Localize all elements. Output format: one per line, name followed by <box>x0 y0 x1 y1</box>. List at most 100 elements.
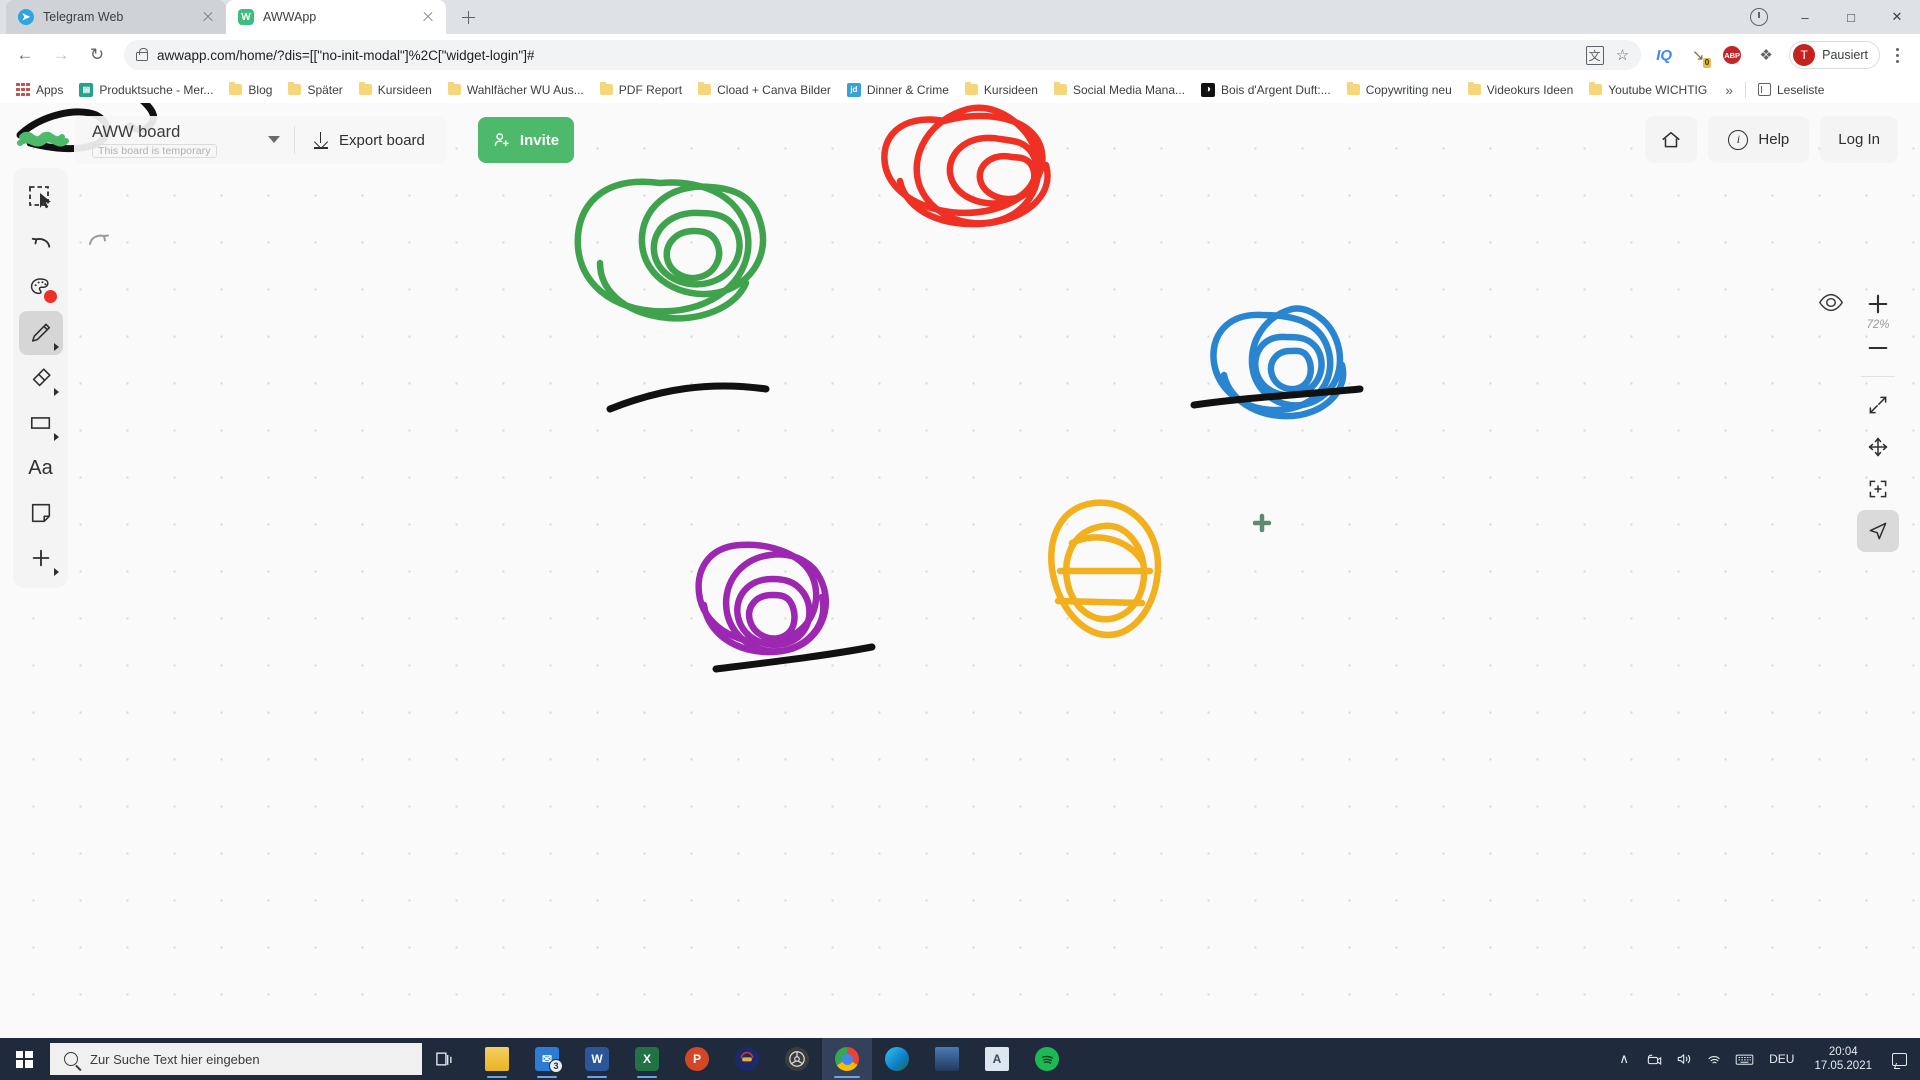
notifications-button[interactable] <box>1882 1038 1916 1080</box>
bookmark-item[interactable]: Social Media Mana... <box>1046 81 1193 99</box>
kebab-menu-icon[interactable] <box>1884 40 1910 70</box>
spotify-app-button[interactable] <box>1022 1038 1072 1080</box>
bookmark-item[interactable]: jd Dinner & Crime <box>839 81 957 99</box>
more-tools-button[interactable] <box>19 536 63 580</box>
bookmark-item[interactable]: Später <box>280 81 350 99</box>
word-app-button[interactable]: W <box>572 1038 622 1080</box>
bookmark-item[interactable]: ◑ Bois d'Argent Duft:... <box>1193 81 1339 99</box>
keyboard-icon[interactable] <box>1729 1038 1759 1080</box>
sticky-note-tool[interactable] <box>19 491 63 535</box>
login-button[interactable]: Log In <box>1820 116 1898 163</box>
text-tool[interactable]: Aa <box>19 446 63 490</box>
minimize-button[interactable]: – <box>1782 0 1828 34</box>
undo-tool[interactable] <box>19 221 63 265</box>
edge-app-button[interactable] <box>872 1038 922 1080</box>
zoom-out-button[interactable] <box>1857 327 1899 369</box>
pencil-icon <box>31 323 50 342</box>
board-selector[interactable]: AWW board This board is temporary <box>74 116 294 164</box>
bookmarks-overflow-button[interactable]: » <box>1719 82 1739 98</box>
record-icon[interactable] <box>1736 0 1782 34</box>
back-button[interactable]: ← <box>8 38 42 72</box>
clock-date: 17.05.2021 <box>1814 1060 1872 1072</box>
volume-icon[interactable] <box>1669 1038 1699 1080</box>
tool-options-arrow[interactable] <box>53 343 59 351</box>
bookmark-item[interactable]: Copywriting neu <box>1339 81 1460 99</box>
address-bar[interactable]: awwapp.com/home/?dis=[["no-init-modal"]%… <box>124 40 1642 70</box>
bookmark-apps[interactable]: Apps <box>8 81 71 99</box>
bookmark-label: Youtube WICHTIG <box>1608 82 1708 97</box>
taskbar-apps: ✉ 3 W X P A <box>472 1038 1072 1080</box>
whiteboard-canvas[interactable] <box>0 103 1920 1080</box>
reload-button[interactable]: ↻ <box>80 38 114 72</box>
windows-start-button[interactable] <box>0 1038 48 1080</box>
chevron-down-icon[interactable] <box>268 136 280 143</box>
obs-app-button[interactable] <box>772 1038 822 1080</box>
tab-awwapp[interactable]: W AWWApp <box>226 0 446 34</box>
current-color-swatch[interactable] <box>43 290 57 303</box>
board-toolbar: AWW board This board is temporary Export… <box>74 116 447 164</box>
audio-icon <box>735 1047 759 1071</box>
pointer-button[interactable] <box>1857 510 1899 552</box>
bookmark-item[interactable]: Kursideen <box>351 81 440 99</box>
eraser-tool[interactable] <box>19 356 63 400</box>
close-icon[interactable] <box>420 9 436 25</box>
chrome-app-button[interactable] <box>822 1038 872 1080</box>
folder-icon <box>964 81 978 95</box>
puzzle-extensions-icon[interactable]: ❖ <box>1751 40 1781 70</box>
reading-list-button[interactable]: Leseliste <box>1752 81 1830 99</box>
bookmark-item[interactable]: Cload + Canva Bilder <box>690 81 839 99</box>
bookmark-item[interactable]: Youtube WICHTIG <box>1581 81 1715 99</box>
excel-app-button[interactable]: X <box>622 1038 672 1080</box>
reader-app-button[interactable]: A <box>972 1038 1022 1080</box>
bookmark-item[interactable]: ▤ Produktsuche - Mer... <box>71 81 221 99</box>
pan-button[interactable] <box>1857 426 1899 468</box>
bookmark-item[interactable]: Kursideen <box>957 81 1046 99</box>
mail-app-button[interactable]: ✉ 3 <box>522 1038 572 1080</box>
visibility-toggle[interactable] <box>1818 293 1844 317</box>
language-indicator[interactable]: DEU <box>1759 1052 1804 1066</box>
profile-button[interactable]: T Pausiert <box>1789 41 1880 69</box>
select-tool[interactable] <box>19 176 63 220</box>
file-explorer-button[interactable] <box>472 1038 522 1080</box>
bookmark-item[interactable]: Blog <box>221 81 280 99</box>
bookmark-item[interactable]: PDF Report <box>592 81 690 99</box>
audio-app-button[interactable] <box>722 1038 772 1080</box>
tool-options-arrow[interactable] <box>53 568 59 576</box>
adblock-plus-extension-icon[interactable]: ABP <box>1717 40 1747 70</box>
bookmark-item[interactable]: Videokurs Ideen <box>1460 81 1582 99</box>
close-window-button[interactable]: ✕ <box>1874 0 1920 34</box>
tool-options-arrow[interactable] <box>53 388 59 396</box>
export-board-button[interactable]: Export board <box>295 116 447 164</box>
tool-palette: Aa <box>13 168 68 588</box>
color-palette-tool[interactable] <box>19 266 63 310</box>
pencil-tool[interactable] <box>18 311 63 355</box>
taskbar-search-input[interactable]: Zur Suche Text hier eingeben <box>50 1043 422 1075</box>
invite-button[interactable]: Invite <box>478 117 574 163</box>
tab-telegram-web[interactable]: ➤ Telegram Web <box>6 0 226 34</box>
close-icon[interactable] <box>200 9 216 25</box>
tool-options-arrow[interactable] <box>53 433 59 441</box>
onedrive-icon[interactable] <box>1639 1038 1669 1080</box>
translate-icon[interactable]: 文 <box>1585 45 1604 65</box>
new-tab-button[interactable] <box>454 3 482 31</box>
clock[interactable]: 20:04 17.05.2021 <box>1804 1045 1882 1073</box>
shape-tool[interactable] <box>19 401 63 445</box>
redo-button[interactable] <box>86 227 112 253</box>
help-button[interactable]: i Help <box>1708 116 1810 163</box>
maximize-button[interactable]: □ <box>1828 0 1874 34</box>
bookmark-label: Wahlfächer WU Aus... <box>466 82 584 97</box>
photo-app-button[interactable] <box>922 1038 972 1080</box>
downloader-extension-icon[interactable]: ↘ 0 <box>1683 40 1713 70</box>
fit-screen-button[interactable] <box>1857 384 1899 426</box>
iq-extension-icon[interactable]: IQ <box>1649 40 1679 70</box>
clock-time: 20:04 <box>1828 1046 1858 1058</box>
home-button[interactable] <box>1645 116 1698 163</box>
focus-button[interactable] <box>1857 468 1899 510</box>
task-view-button[interactable] <box>422 1038 468 1080</box>
powerpoint-app-button[interactable]: P <box>672 1038 722 1080</box>
wifi-icon[interactable] <box>1699 1038 1729 1080</box>
tray-chevron-icon[interactable]: ∧ <box>1609 1038 1639 1080</box>
forward-button[interactable]: → <box>44 38 78 72</box>
bookmark-item[interactable]: Wahlfächer WU Aus... <box>440 81 592 99</box>
bookmark-star-icon[interactable]: ☆ <box>1616 46 1629 64</box>
